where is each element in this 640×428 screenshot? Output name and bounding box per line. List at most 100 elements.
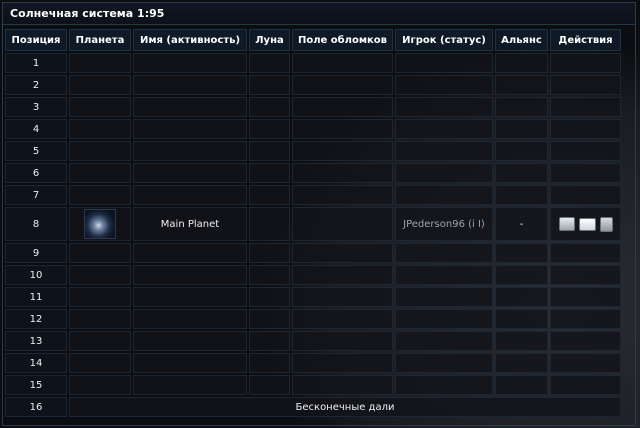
planet-cell xyxy=(69,243,131,263)
player-cell xyxy=(395,287,493,307)
table-row: 15 xyxy=(5,375,621,395)
position-cell: 9 xyxy=(5,243,67,263)
moon-cell xyxy=(249,75,290,95)
table-row: 9 xyxy=(5,243,621,263)
planet-name-cell xyxy=(133,141,247,161)
moon-cell xyxy=(249,97,290,117)
spy-icon[interactable] xyxy=(558,217,575,231)
player-cell[interactable]: JPederson96 (i I) xyxy=(395,207,493,241)
actions-cell xyxy=(550,163,621,183)
planet-cell[interactable] xyxy=(69,207,131,241)
planet-name-cell xyxy=(133,53,247,73)
actions-cell xyxy=(550,287,621,307)
alliance-cell xyxy=(495,375,548,395)
actions-cell xyxy=(550,265,621,285)
planet-name-cell xyxy=(133,287,247,307)
debris-cell xyxy=(292,353,393,373)
position-cell: 3 xyxy=(5,97,67,117)
player-cell xyxy=(395,375,493,395)
planet-name-cell xyxy=(133,309,247,329)
moon-cell xyxy=(249,265,290,285)
planet-name-cell xyxy=(133,185,247,205)
planet-name-cell xyxy=(133,353,247,373)
actions-cell xyxy=(550,243,621,263)
position-cell: 7 xyxy=(5,185,67,205)
actions-cell xyxy=(550,53,621,73)
planet-name-cell xyxy=(133,97,247,117)
position-cell: 5 xyxy=(5,141,67,161)
actions-cell xyxy=(550,353,621,373)
col-moon: Луна xyxy=(249,29,290,51)
alliance-cell xyxy=(495,243,548,263)
alliance-cell xyxy=(495,119,548,139)
position-cell: 14 xyxy=(5,353,67,373)
planet-cell xyxy=(69,185,131,205)
planet-name-cell xyxy=(133,119,247,139)
planet-cell xyxy=(69,75,131,95)
table-row: 14 xyxy=(5,353,621,373)
player-name[interactable]: JPederson96 (i I) xyxy=(403,219,485,230)
table-row: 3 xyxy=(5,97,621,117)
table-row: 10 xyxy=(5,265,621,285)
moon-cell xyxy=(249,243,290,263)
player-cell xyxy=(395,75,493,95)
alliance-cell xyxy=(495,163,548,183)
planet-name-cell[interactable]: Main Planet xyxy=(133,207,247,241)
actions-cell xyxy=(550,207,621,241)
position-cell: 4 xyxy=(5,119,67,139)
debris-cell xyxy=(292,141,393,161)
debris-cell xyxy=(292,265,393,285)
planet-cell xyxy=(69,265,131,285)
buddy-request-icon[interactable] xyxy=(599,216,613,232)
position-cell: 2 xyxy=(5,75,67,95)
moon-cell xyxy=(249,163,290,183)
col-player: Игрок (статус) xyxy=(395,29,493,51)
debris-cell xyxy=(292,375,393,395)
planet-cell xyxy=(69,353,131,373)
table-row: 11 xyxy=(5,287,621,307)
table-row: 6 xyxy=(5,163,621,183)
table-header-row: Позиция Планета Имя (активность) Луна По… xyxy=(5,29,621,51)
planet-name-cell xyxy=(133,163,247,183)
debris-cell xyxy=(292,287,393,307)
table-row: 12 xyxy=(5,309,621,329)
message-icon[interactable] xyxy=(578,217,596,231)
moon-cell xyxy=(249,287,290,307)
actions-cell xyxy=(550,75,621,95)
actions-cell xyxy=(550,185,621,205)
actions-cell xyxy=(550,141,621,161)
player-cell xyxy=(395,163,493,183)
player-cell xyxy=(395,185,493,205)
debris-cell xyxy=(292,119,393,139)
alliance-cell xyxy=(495,353,548,373)
table-row: 7 xyxy=(5,185,621,205)
moon-cell xyxy=(249,353,290,373)
debris-cell xyxy=(292,309,393,329)
position-cell: 12 xyxy=(5,309,67,329)
alliance-cell xyxy=(495,309,548,329)
col-planet: Планета xyxy=(69,29,131,51)
galaxy-table: Позиция Планета Имя (активность) Луна По… xyxy=(3,27,623,419)
position-cell: 6 xyxy=(5,163,67,183)
planet-thumbnail[interactable] xyxy=(84,209,116,239)
planet-cell xyxy=(69,287,131,307)
page-title: Солнечная система 1:95 xyxy=(3,3,635,25)
planet-name-cell xyxy=(133,75,247,95)
actions-cell xyxy=(550,375,621,395)
deep-space-row: 16 Бесконечные дали xyxy=(5,397,621,417)
moon-cell xyxy=(249,309,290,329)
player-cell xyxy=(395,331,493,351)
alliance-cell xyxy=(495,75,548,95)
alliance-cell xyxy=(495,287,548,307)
alliance-cell xyxy=(495,331,548,351)
table-row: 13 xyxy=(5,331,621,351)
player-cell xyxy=(395,141,493,161)
debris-cell xyxy=(292,243,393,263)
actions-cell xyxy=(550,119,621,139)
planet-name-cell xyxy=(133,331,247,351)
table-row: 4 xyxy=(5,119,621,139)
position-cell: 13 xyxy=(5,331,67,351)
debris-cell xyxy=(292,185,393,205)
debris-cell xyxy=(292,97,393,117)
moon-cell xyxy=(249,375,290,395)
